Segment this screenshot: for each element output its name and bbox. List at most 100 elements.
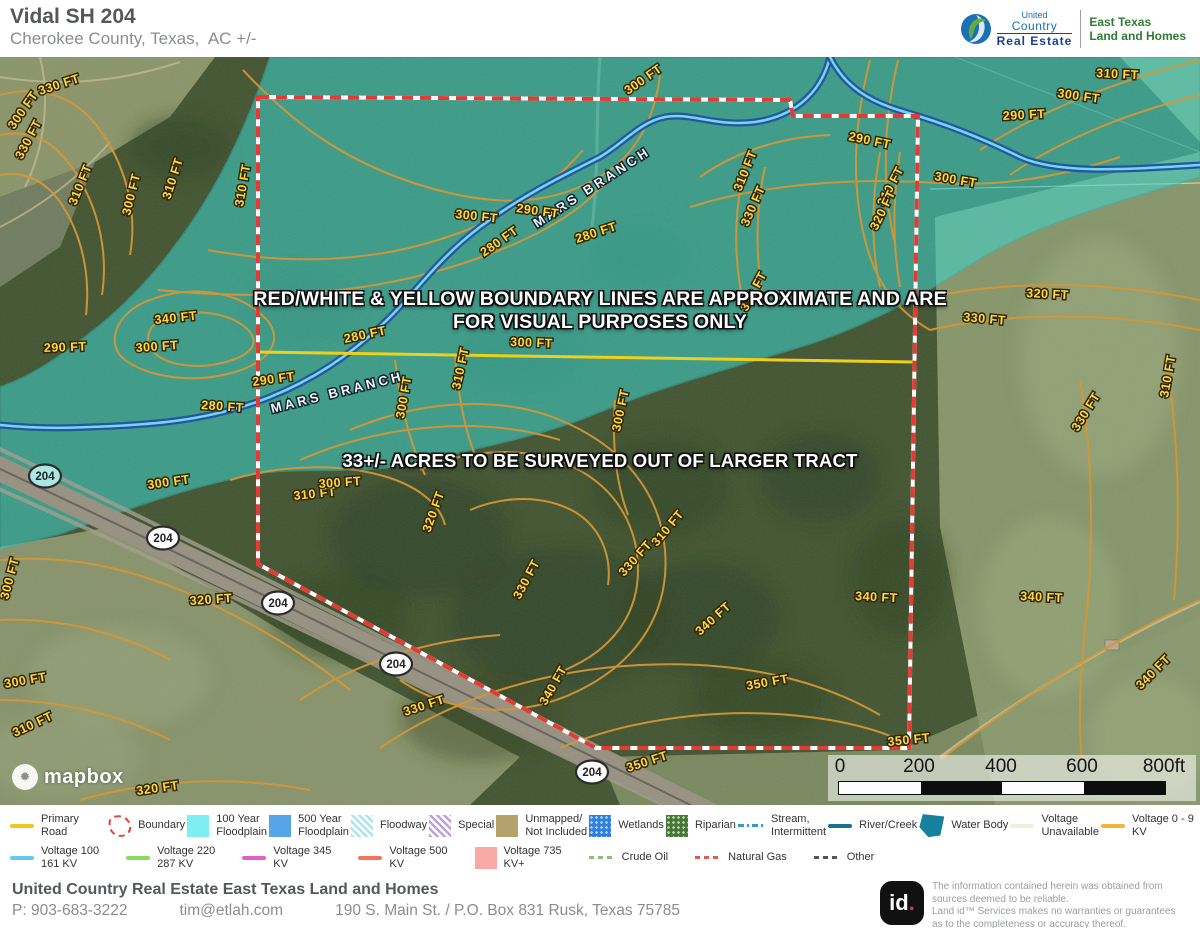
legend-item: Primary Road bbox=[10, 813, 107, 838]
contour-label: 340 FT bbox=[855, 589, 898, 605]
legend-label: Special bbox=[458, 819, 494, 832]
legend-item: Unmapped/ Not Included bbox=[496, 813, 587, 838]
legend-item: Stream, Intermittent bbox=[738, 813, 826, 838]
legend-label: Voltage 100 161 KV bbox=[41, 845, 99, 870]
road-shield-204: 204 bbox=[380, 653, 412, 676]
legend: Primary RoadBoundary 100 Year Floodplain 5… bbox=[0, 805, 1200, 875]
legend-label: Floodway bbox=[380, 819, 427, 832]
scale-tick: 600 bbox=[1066, 756, 1098, 778]
legend-label: 100 Year Floodplain bbox=[216, 813, 267, 838]
contour-label: 300 FT bbox=[510, 335, 553, 350]
legend-label: Riparian bbox=[695, 819, 736, 832]
brand-region-line1: East Texas bbox=[1089, 15, 1186, 29]
contour-label: 320 FT bbox=[189, 591, 232, 608]
footer-company: United Country Real Estate East Texas La… bbox=[12, 881, 438, 899]
legend-swatch-checker bbox=[351, 815, 373, 837]
legend-item: Water Body bbox=[919, 814, 1008, 837]
mapbox-icon: ✹ bbox=[12, 764, 38, 790]
footer-address: 190 S. Main St. / P.O. Box 831 Rusk, Tex… bbox=[335, 902, 680, 919]
scale-bar: 0200400600800ft bbox=[828, 755, 1196, 801]
scale-tick: 400 bbox=[985, 756, 1017, 778]
legend-swatch-dots bbox=[666, 815, 688, 837]
contour-label: 300 FT bbox=[135, 338, 178, 355]
legend-item: 500 Year Floodplain bbox=[269, 813, 349, 838]
footer-email: tim@etlah.com bbox=[179, 902, 283, 919]
scale-track bbox=[838, 781, 1166, 795]
legend-item: Crude Oil bbox=[589, 851, 668, 864]
legend-swatch-line bbox=[242, 856, 266, 860]
legend-swatch-square bbox=[496, 815, 518, 837]
legend-swatch-line bbox=[10, 856, 34, 860]
legend-swatch-dashdot bbox=[738, 824, 764, 827]
legend-item: Voltage 220 287 KV bbox=[126, 845, 215, 870]
legend-label: Crude Oil bbox=[622, 851, 668, 864]
legend-label: 500 Year Floodplain bbox=[298, 813, 349, 838]
legend-item: Natural Gas bbox=[695, 851, 787, 864]
mapbox-attribution[interactable]: ✹ mapbox bbox=[12, 764, 124, 790]
legend-swatch-square bbox=[269, 815, 291, 837]
land-id-logo-text: id bbox=[889, 890, 909, 916]
legend-label: Other bbox=[847, 851, 875, 864]
legend-item: Other bbox=[814, 851, 875, 864]
legend-item: Voltage 735 KV+ bbox=[475, 845, 562, 870]
scale-tick: 200 bbox=[903, 756, 935, 778]
legend-label: Wetlands bbox=[618, 819, 664, 832]
legend-label: Voltage Unavailable bbox=[1041, 813, 1098, 838]
scale-segment bbox=[839, 782, 921, 794]
legend-item: Boundary bbox=[109, 815, 185, 837]
legend-swatch-line bbox=[828, 824, 852, 828]
boundary-note-line1: RED/WHITE & YELLOW BOUNDARY LINES ARE AP… bbox=[0, 288, 1200, 311]
legend-item: Voltage Unavailable bbox=[1010, 813, 1098, 838]
page-title: Vidal SH 204 bbox=[10, 5, 136, 29]
legend-item: Special bbox=[429, 815, 494, 837]
legend-label: Water Body bbox=[951, 819, 1008, 832]
legend-swatch-boundary bbox=[108, 813, 133, 838]
road-shield-204: 204 bbox=[262, 592, 294, 615]
legend-label: Natural Gas bbox=[728, 851, 787, 864]
road-shield-204: 204 bbox=[576, 761, 608, 784]
svg-text:204: 204 bbox=[582, 767, 602, 779]
land-id-logo: id. bbox=[880, 881, 924, 925]
legend-swatch-dots bbox=[589, 815, 611, 837]
map-base-svg: MARS BRANCHMARS BRANCH 300 FT330 FT330 F… bbox=[0, 57, 1200, 805]
footer-phone: P: 903-683-3222 bbox=[12, 902, 127, 919]
footer: United Country Real Estate East Texas La… bbox=[0, 875, 1200, 928]
footer-contact: P: 903-683-3222 tim@etlah.com 190 S. Main … bbox=[12, 902, 732, 920]
legend-label: Unmapped/ Not Included bbox=[525, 813, 587, 838]
legend-label: Voltage 220 287 KV bbox=[157, 845, 215, 870]
svg-text:204: 204 bbox=[268, 598, 288, 610]
svg-text:204: 204 bbox=[153, 533, 173, 545]
legend-swatch-line bbox=[1101, 824, 1125, 828]
contour-label: 310 FT bbox=[1096, 66, 1139, 82]
legend-item: Voltage 100 161 KV bbox=[10, 845, 99, 870]
legend-label: Stream, Intermittent bbox=[771, 813, 826, 838]
brand-divider bbox=[1080, 10, 1081, 48]
brand-region-line2: Land and Homes bbox=[1089, 29, 1186, 43]
brand-real-estate: Real Estate bbox=[997, 33, 1073, 47]
contour-label: 300 FT bbox=[318, 474, 361, 491]
footer-disclaimer: The information contained herein was obt… bbox=[932, 881, 1175, 928]
contour-label: 340 FT bbox=[1020, 589, 1063, 605]
scale-segment bbox=[1002, 782, 1084, 794]
scale-segment bbox=[1084, 782, 1166, 794]
boundary-note-line2: FOR VISUAL PURPOSES ONLY bbox=[0, 311, 1200, 334]
legend-swatch-line bbox=[1010, 824, 1034, 828]
contour-label: 290 FT bbox=[1002, 107, 1045, 123]
legend-item: Voltage 500 KV bbox=[358, 845, 447, 870]
header: Vidal SH 204 Cherokee County, Texas, AC … bbox=[0, 0, 1200, 57]
legend-swatch-dash bbox=[695, 856, 721, 859]
scale-segment bbox=[921, 782, 1003, 794]
united-country-globe-icon bbox=[959, 12, 993, 46]
legend-item: River/Creek bbox=[828, 819, 917, 832]
legend-label: Voltage 500 KV bbox=[389, 845, 447, 870]
legend-item: Floodway bbox=[351, 815, 427, 837]
svg-text:204: 204 bbox=[386, 659, 406, 671]
legend-item: Voltage 0 - 9 KV bbox=[1101, 813, 1194, 838]
legend-label: Voltage 0 - 9 KV bbox=[1132, 813, 1194, 838]
legend-item: 100 Year Floodplain bbox=[187, 813, 267, 838]
legend-label: Voltage 345 KV bbox=[273, 845, 331, 870]
legend-row-1: Primary RoadBoundary 100 Year Floodplain 5… bbox=[0, 813, 1200, 838]
scale-tick: 800ft bbox=[1143, 756, 1185, 778]
legend-swatch-square bbox=[187, 815, 209, 837]
contour-label: 280 FT bbox=[201, 398, 244, 415]
